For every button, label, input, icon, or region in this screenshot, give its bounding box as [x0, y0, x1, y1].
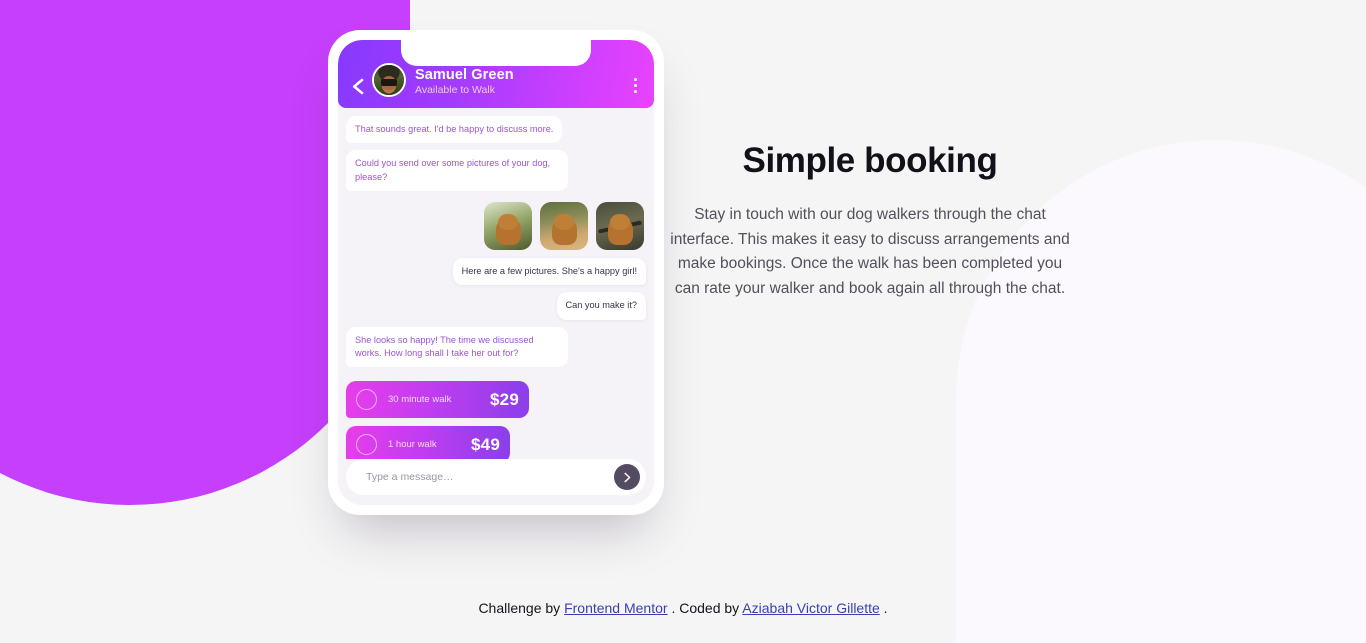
price-option-amount: $29 [490, 389, 519, 409]
avatar[interactable] [372, 63, 406, 97]
phone-notch [401, 40, 591, 66]
photo-dog-head [498, 213, 518, 230]
message-bubble: Here are a few pictures. She's a happy g… [452, 258, 646, 286]
kebab-dot [633, 90, 637, 93]
walk-price-options: 30 minute walk $29 1 hour walk $49 [346, 381, 646, 459]
kebab-dot [633, 78, 637, 81]
message-bubble: Could you send over some pictures of you… [346, 150, 568, 192]
photo-dog-head [554, 213, 574, 230]
chat-composer-area [338, 459, 654, 505]
phone-screen: Samuel Green Available to Walk That soun… [338, 40, 654, 505]
chevron-left-icon[interactable] [348, 75, 366, 97]
chat-composer [346, 459, 646, 495]
phone-mockup: Samuel Green Available to Walk That soun… [328, 30, 664, 515]
avatar-glasses [381, 78, 397, 86]
kebab-dot [633, 84, 637, 87]
chat-contact-info: Samuel Green Available to Walk [415, 66, 628, 97]
attribution-suffix: . [883, 600, 888, 616]
attribution-middle: . Coded by [671, 600, 740, 616]
radio-icon[interactable] [356, 434, 377, 456]
attribution-prefix: Challenge by [478, 600, 561, 616]
price-option-label: 1 hour walk [388, 439, 437, 451]
contact-status: Available to Walk [415, 84, 495, 97]
dog-photo-3[interactable] [596, 202, 644, 251]
price-option-30-minute[interactable]: 30 minute walk $29 [346, 381, 529, 419]
chat-message-list: That sounds great. I'd be happy to discu… [338, 108, 654, 459]
feature-copy: Simple booking Stay in touch with our do… [668, 140, 1072, 301]
contact-name: Samuel Green [415, 66, 514, 83]
photo-dog-head [610, 213, 630, 230]
radio-icon[interactable] [356, 389, 377, 411]
price-option-amount: $49 [471, 434, 500, 454]
author-link[interactable]: Aziabah Victor Gillette [742, 600, 879, 616]
page-description: Stay in touch with our dog walkers throu… [670, 206, 1070, 297]
message-bubble: That sounds great. I'd be happy to discu… [346, 116, 563, 144]
dog-photo-row [484, 202, 644, 251]
price-option-label: 30 minute walk [388, 394, 452, 406]
page-title: Simple booking [742, 141, 998, 180]
attribution-footer: Challenge by Frontend Mentor . Coded by … [0, 600, 1366, 616]
message-input[interactable] [366, 471, 614, 483]
frontend-mentor-link[interactable]: Frontend Mentor [564, 600, 668, 616]
chevron-right-icon [623, 472, 630, 482]
page-root: Samuel Green Available to Walk That soun… [0, 0, 1366, 643]
kebab-menu-icon[interactable] [628, 78, 642, 97]
dog-photo-1[interactable] [484, 202, 532, 251]
send-button[interactable] [614, 464, 640, 490]
dog-photo-2[interactable] [540, 202, 588, 251]
message-bubble: Can you make it? [556, 292, 646, 320]
price-option-1-hour[interactable]: 1 hour walk $49 [346, 426, 510, 459]
message-bubble: She looks so happy! The time we discusse… [346, 326, 568, 368]
